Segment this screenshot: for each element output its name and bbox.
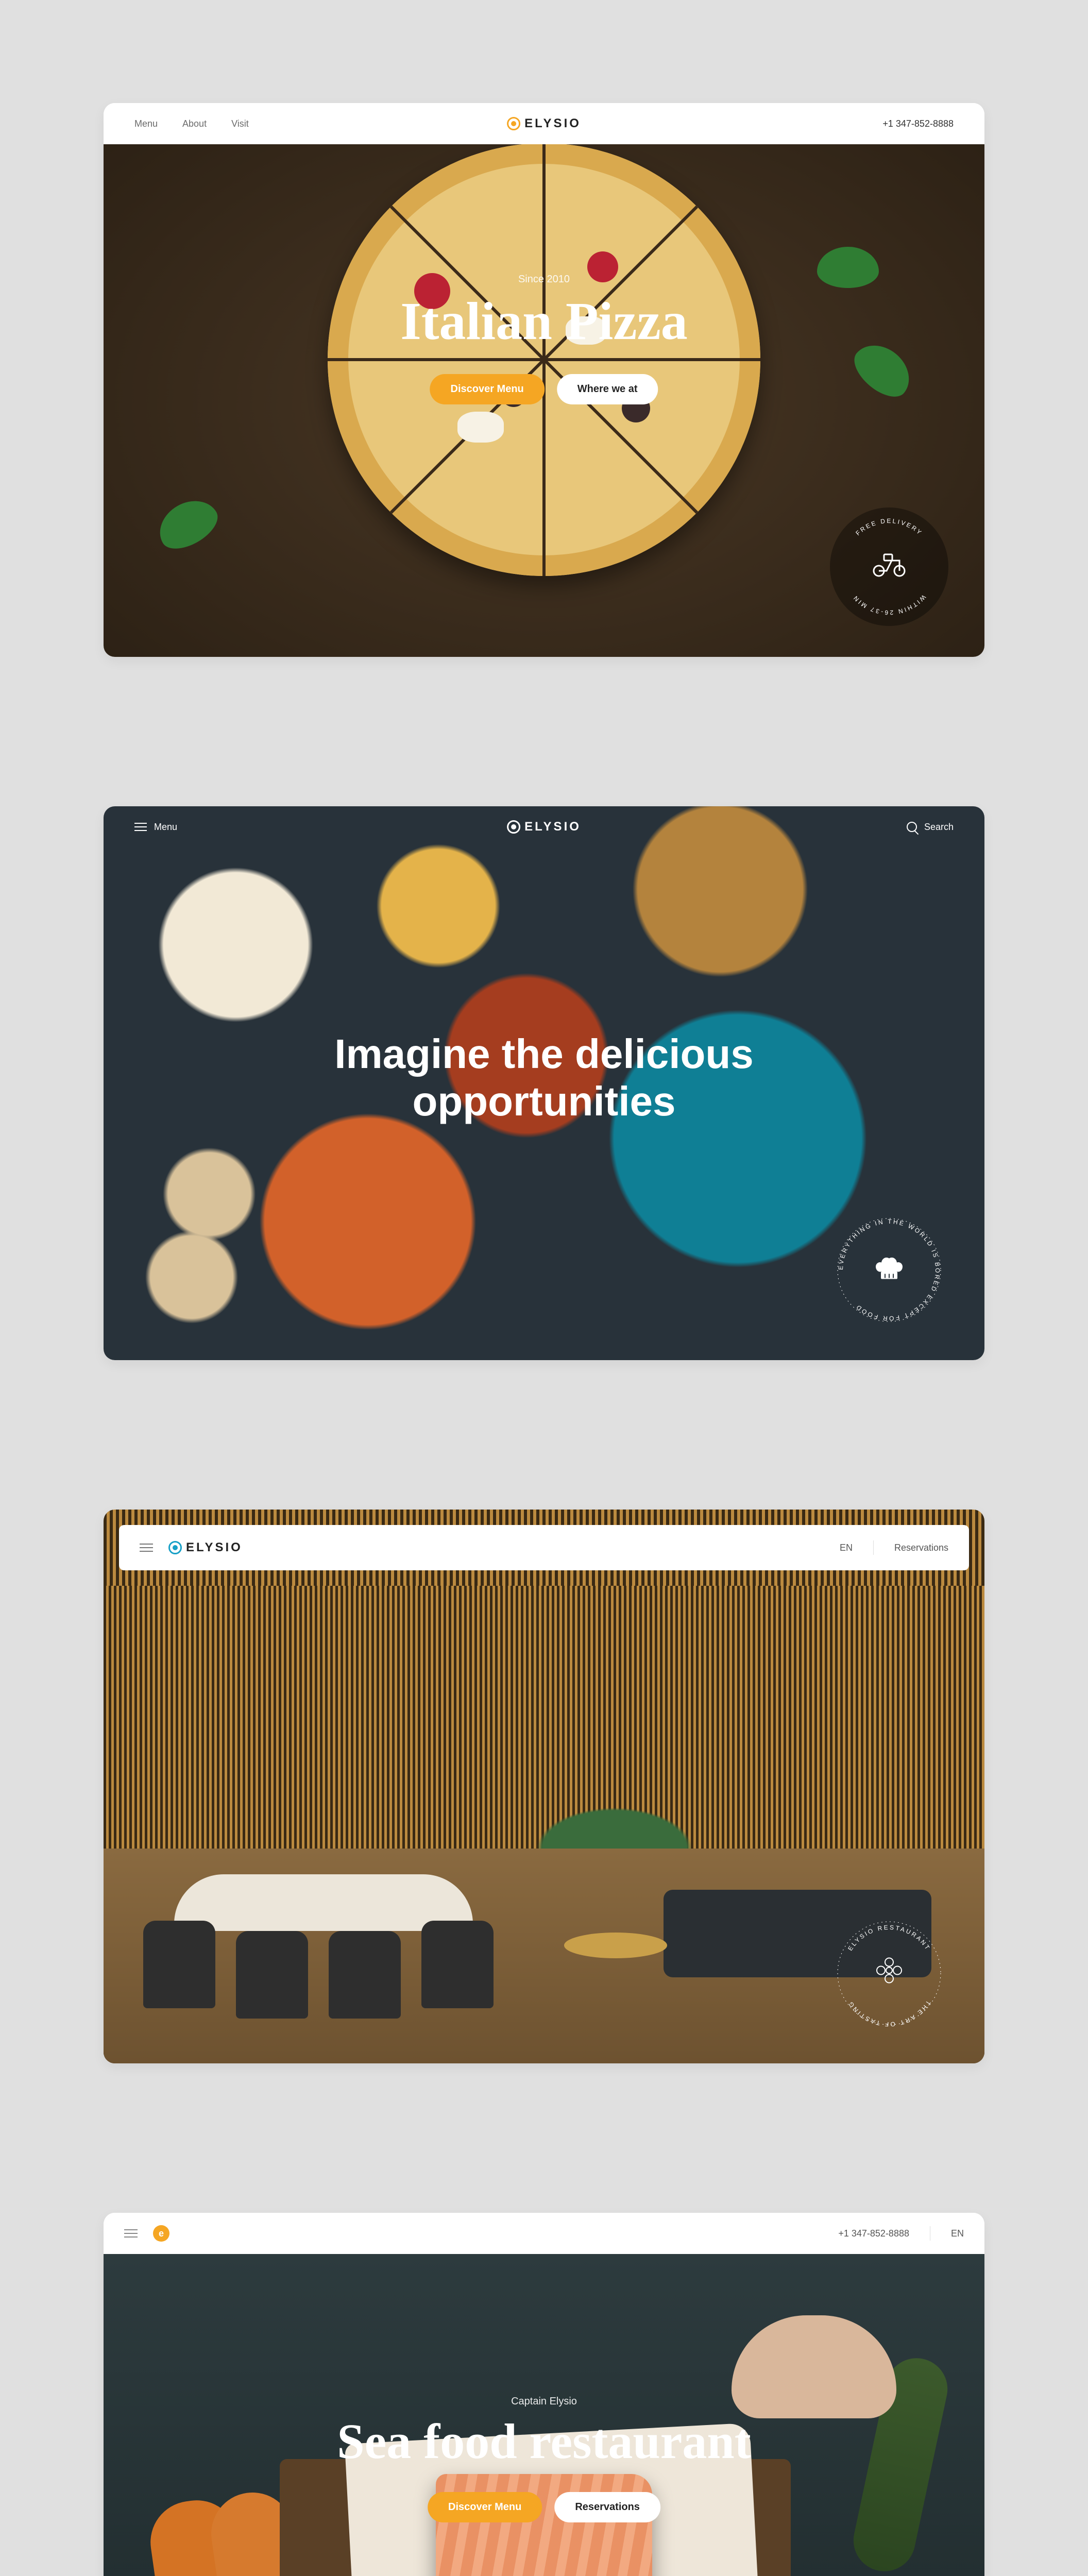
- layout-card-seafood: e +1 347-852-8888 EN Captain Elysio Sea …: [104, 2213, 984, 2576]
- search-button[interactable]: Search: [907, 822, 954, 833]
- search-icon: [907, 822, 917, 832]
- brand-logo[interactable]: ELYSIO: [168, 1540, 243, 1555]
- hero-title: Sea food restaurant: [337, 2417, 751, 2466]
- hero-buttons: Discover Menu Reservations: [337, 2492, 751, 2522]
- brand-text: ELYSIO: [524, 116, 581, 131]
- stamp-bottom-text: WITHIN 26-37 MIN: [851, 594, 927, 616]
- hero-kicker: Since 2010: [400, 274, 687, 285]
- nav-link-menu[interactable]: Menu: [134, 118, 158, 129]
- hero-buttons: Discover Menu Where we at: [400, 374, 687, 404]
- hero-title-line1: Imagine the delicious: [334, 1031, 754, 1077]
- logo-mark-icon: [168, 1541, 182, 1554]
- menu-label: Menu: [154, 822, 177, 833]
- interior-image: ELYSIO RESTAURANT THE ART OF TASTING: [104, 1586, 984, 2063]
- hero-image: Menu ELYSIO Search Imagine the delicious…: [104, 806, 984, 1360]
- stamp-top-text: ELYSIO RESTAURANT: [846, 1924, 932, 1952]
- logo-mark-icon: [507, 117, 520, 130]
- hamburger-button[interactable]: [124, 2229, 138, 2238]
- nav-right: EN Reservations: [840, 1540, 948, 1555]
- flower-icon: [875, 1956, 904, 1991]
- navbar: Menu About Visit ELYSIO +1 347-852-8888: [104, 103, 984, 144]
- hero-image: Captain Elysio Sea food restaurant Disco…: [104, 2254, 984, 2576]
- hero-image: Since 2010 Italian Pizza Discover Menu W…: [104, 144, 984, 657]
- svg-text:THE ART OF TASTING: THE ART OF TASTING: [846, 1999, 932, 2028]
- phone-number[interactable]: +1 347-852-8888: [882, 118, 954, 129]
- language-switcher[interactable]: EN: [951, 2228, 964, 2239]
- hamburger-button[interactable]: [140, 1544, 153, 1552]
- layout-card-imagine: Menu ELYSIO Search Imagine the delicious…: [104, 806, 984, 1360]
- navbar: e +1 347-852-8888 EN: [104, 2213, 984, 2254]
- nav-right: +1 347-852-8888 EN: [838, 2226, 964, 2241]
- brand-text: ELYSIO: [524, 820, 581, 834]
- menu-button[interactable]: Menu: [134, 822, 177, 833]
- chef-hat-icon: [874, 1253, 905, 1287]
- stamp-bottom-text: THE ART OF TASTING: [846, 1999, 932, 2028]
- hero-kicker: Captain Elysio: [337, 2396, 751, 2408]
- brand-text: ELYSIO: [186, 1540, 243, 1555]
- discover-menu-button[interactable]: Discover Menu: [430, 374, 545, 404]
- search-label: Search: [924, 822, 954, 833]
- svg-text:FREE DELIVERY: FREE DELIVERY: [854, 517, 924, 537]
- food-quote-badge: EVERYTHING IN THE WORLD IS BORED EXCEPT …: [830, 1211, 948, 1329]
- brand-logo[interactable]: ELYSIO: [507, 820, 581, 834]
- navbar: ELYSIO EN Reservations: [119, 1525, 969, 1570]
- reservations-link[interactable]: Reservations: [894, 1543, 948, 1553]
- discover-menu-button[interactable]: Discover Menu: [428, 2492, 542, 2522]
- brand-logo[interactable]: ELYSIO: [507, 116, 581, 131]
- navbar: Menu ELYSIO Search: [104, 806, 984, 848]
- svg-text:ELYSIO RESTAURANT: ELYSIO RESTAURANT: [846, 1924, 932, 1952]
- restaurant-badge: ELYSIO RESTAURANT THE ART OF TASTING: [830, 1914, 948, 2032]
- hero-copy: Since 2010 Italian Pizza Discover Menu W…: [400, 274, 687, 404]
- hero-copy: Captain Elysio Sea food restaurant Disco…: [337, 2396, 751, 2522]
- hamburger-icon: [134, 823, 147, 831]
- where-we-at-button[interactable]: Where we at: [557, 374, 658, 404]
- phone-number[interactable]: +1 347-852-8888: [838, 2228, 909, 2239]
- layout-card-pizza: Menu About Visit ELYSIO +1 347-852-8888 …: [104, 103, 984, 657]
- hero-title-line2: opportunities: [412, 1078, 675, 1124]
- divider: [873, 1540, 874, 1555]
- stamp-top-text: FREE DELIVERY: [854, 517, 924, 537]
- logo-mark-icon: [507, 820, 520, 834]
- nav-link-about[interactable]: About: [182, 118, 207, 129]
- delivery-badge: FREE DELIVERY WITHIN 26-37 MIN: [830, 507, 948, 626]
- nav-link-visit[interactable]: Visit: [231, 118, 249, 129]
- reservations-button[interactable]: Reservations: [554, 2492, 660, 2522]
- svg-text:WITHIN 26-37 MIN: WITHIN 26-37 MIN: [851, 594, 927, 616]
- logo-mark-icon[interactable]: e: [153, 2225, 169, 2242]
- layout-card-interior: ELYSIO EN Reservations: [104, 1510, 984, 2063]
- hero-title: Italian Pizza: [400, 295, 687, 348]
- nav-links: Menu About Visit: [134, 118, 249, 129]
- language-switcher[interactable]: EN: [840, 1543, 853, 1553]
- hero-wrap: ELYSIO EN Reservations: [104, 1510, 984, 2063]
- hero-title: Imagine the delicious opportunities: [235, 1030, 853, 1125]
